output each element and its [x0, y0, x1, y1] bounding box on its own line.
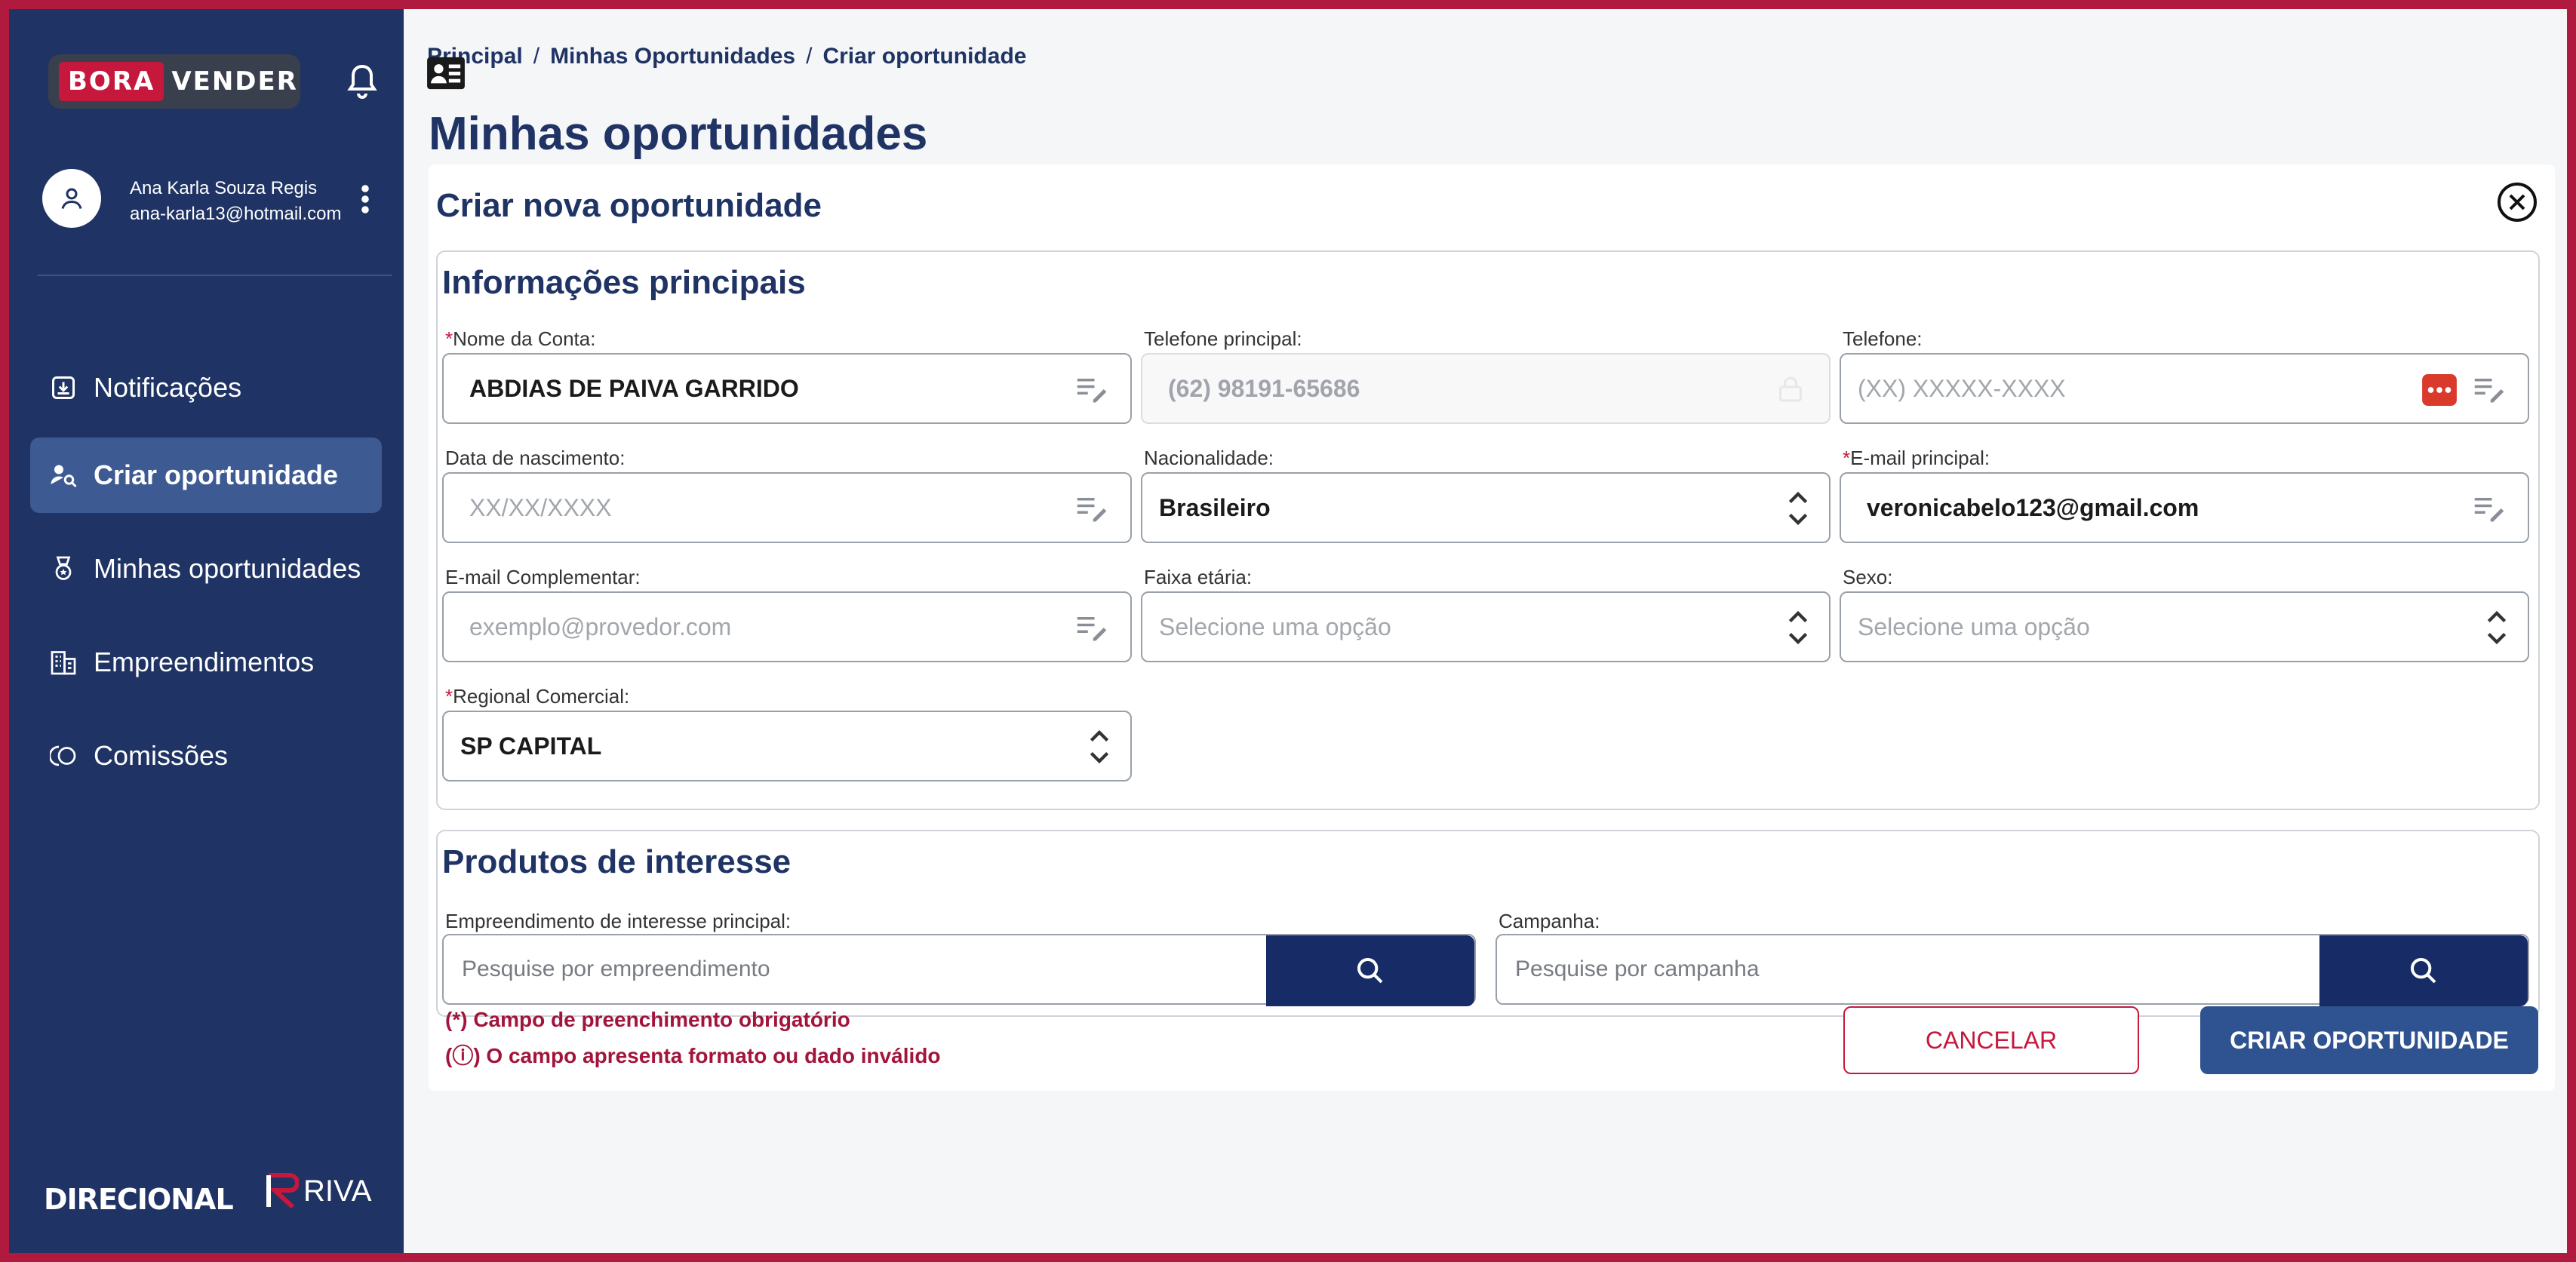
faixa-etaria-placeholder: Selecione uma opção	[1159, 613, 1391, 640]
telefone-field[interactable]: (XX) XXXXX-XXXX	[1840, 353, 2529, 424]
sexo-placeholder: Selecione uma opção	[1858, 613, 2090, 640]
regional-value: SP CAPITAL	[460, 732, 602, 760]
edit-list-icon[interactable]	[1076, 495, 1108, 522]
create-opportunity-card: Criar nova oportunidade Informações prin…	[429, 164, 2555, 1091]
nome-conta-value: ABDIAS DE PAIVA GARRIDO	[469, 374, 799, 402]
sidebar-item-label: Notificações	[94, 372, 242, 403]
required-note: (*) Campo de preenchimento obrigatório	[445, 1008, 850, 1031]
nacionalidade-value: Brasileiro	[1159, 493, 1271, 521]
nacionalidade-select[interactable]: Brasileiro	[1141, 472, 1831, 543]
main-info-section: Informações principais *Nome da Conta: A…	[436, 250, 2540, 810]
telefone-placeholder: (XX) XXXXX-XXXX	[1858, 374, 2066, 402]
telefone-principal-value: (62) 98191-65686	[1168, 374, 1360, 402]
nascimento-label: Data de nascimento:	[445, 447, 626, 469]
edit-list-icon[interactable]	[2473, 495, 2505, 522]
breadcrumb: Principal / Minhas Oportunidades / Criar opo…	[427, 44, 1027, 69]
direcional-logo: DIRECIONAL	[44, 1183, 234, 1216]
products-section: Produtos de interesse Empreendimento de …	[436, 830, 2540, 1017]
badge-icon	[55, 556, 72, 580]
email-principal-field[interactable]: veronicabelo123@gmail.com	[1840, 472, 2529, 543]
empreendimento-placeholder: Pesquise por empreendimento	[462, 956, 770, 981]
app-window: BORA VENDER Ana Karla Souza Regis ana-ka…	[9, 9, 2567, 1253]
section-title-products: Produtos de interesse	[442, 843, 792, 880]
logo-part-1: BORA	[59, 62, 164, 101]
nacionalidade-label: Nacionalidade:	[1144, 447, 1274, 469]
search-icon	[1357, 958, 1383, 984]
user-name: Ana Karla Souza Regis	[130, 178, 318, 198]
sidebar-item-comissoes[interactable]: Comissões	[30, 718, 382, 794]
user-search-icon	[51, 465, 77, 488]
sidebar-item-minhas-oportunidades[interactable]: Minhas oportunidades	[30, 531, 382, 606]
logo-part-2: VENDER	[171, 66, 298, 97]
telefone-label: Telefone:	[1843, 327, 1923, 350]
section-title-main-info: Informações principais	[442, 264, 806, 301]
nascimento-placeholder: XX/XX/XXXX	[469, 493, 612, 521]
empreendimento-label: Empreendimento de interesse principal:	[445, 910, 792, 932]
cancel-button[interactable]: CANCELAR	[1843, 1006, 2139, 1074]
email-principal-value: veronicabelo123@gmail.com	[1867, 493, 2199, 521]
campanha-search-button[interactable]	[2319, 935, 2528, 1006]
email-principal-label: *E-mail principal:	[1843, 447, 1990, 469]
campanha-search[interactable]: Pesquise por campanha	[1495, 934, 2529, 1006]
sexo-select[interactable]: Selecione uma opção	[1840, 591, 2529, 662]
edit-list-icon[interactable]	[2473, 376, 2505, 403]
breadcrumb-current: Criar oportunidade	[822, 44, 1027, 69]
riva-logo-text: RIVA	[303, 1174, 372, 1208]
nome-conta-label: *Nome da Conta:	[445, 327, 596, 350]
sidebar: BORA VENDER Ana Karla Souza Regis ana-ka…	[9, 9, 404, 1253]
user-icon	[61, 188, 82, 209]
empreendimento-search-button[interactable]	[1266, 935, 1474, 1006]
telefone-principal-label: Telefone principal:	[1144, 327, 1302, 350]
edit-list-icon[interactable]	[1076, 614, 1108, 641]
sidebar-item-label: Empreendimentos	[94, 646, 315, 677]
lock-icon	[1779, 376, 1802, 402]
edit-list-icon[interactable]	[1076, 376, 1108, 403]
sidebar-item-criar-oportunidade[interactable]: Criar oportunidade	[30, 438, 382, 513]
email-complementar-field[interactable]: exemplo@provedor.com	[442, 591, 1132, 662]
sidebar-item-label: Minhas oportunidades	[94, 553, 361, 584]
campanha-placeholder: Pesquise por campanha	[1515, 956, 1760, 981]
telefone-principal-field: (62) 98191-65686	[1141, 353, 1831, 424]
sidebar-divider	[38, 275, 392, 276]
empreendimento-search[interactable]: Pesquise por empreendimento	[442, 934, 1476, 1006]
inbox-icon	[52, 376, 75, 399]
nome-conta-field[interactable]: ABDIAS DE PAIVA GARRIDO	[442, 353, 1132, 424]
search-icon	[2411, 958, 2436, 984]
sexo-label: Sexo:	[1843, 566, 1893, 588]
bell-icon[interactable]	[344, 62, 380, 101]
coins-icon	[50, 745, 76, 766]
more-vertical-icon[interactable]	[361, 184, 370, 214]
sidebar-item-label: Comissões	[94, 740, 229, 771]
riva-mark-icon	[266, 1173, 299, 1209]
password-dots-icon[interactable]	[2422, 374, 2457, 406]
email-complementar-label: E-mail Complementar:	[445, 566, 641, 588]
chevron-up-down-icon	[1788, 491, 1808, 526]
building-icon	[51, 651, 76, 675]
sidebar-item-label: Criar oportunidade	[94, 459, 339, 490]
breadcrumb-link-minhas-oportunidades[interactable]: Minhas Oportunidades	[550, 44, 795, 69]
chevron-up-down-icon	[2487, 610, 2507, 645]
nascimento-field[interactable]: XX/XX/XXXX	[442, 472, 1132, 543]
avatar[interactable]	[42, 169, 101, 228]
page-title: Minhas oportunidades	[429, 108, 928, 160]
bora-vender-logo[interactable]: BORA VENDER	[48, 54, 300, 109]
campanha-label: Campanha:	[1499, 910, 1600, 932]
faixa-etaria-label: Faixa etária:	[1144, 566, 1253, 588]
chevron-up-down-icon	[1788, 610, 1808, 645]
invalid-note: (ⓘ) O campo apresenta formato ou dado in…	[445, 1044, 941, 1067]
form-title: Criar nova oportunidade	[436, 187, 822, 224]
sidebar-item-empreendimentos[interactable]: Empreendimentos	[30, 625, 382, 700]
riva-logo: RIVA	[266, 1172, 371, 1210]
regional-label: *Regional Comercial:	[445, 685, 630, 708]
sidebar-item-notificacoes[interactable]: Notificações	[30, 350, 382, 425]
contact-card-icon	[427, 57, 465, 90]
chevron-up-down-icon	[1090, 729, 1109, 764]
user-email: ana-karla13@hotmail.com	[130, 204, 342, 224]
faixa-etaria-select[interactable]: Selecione uma opção	[1141, 591, 1831, 662]
regional-select[interactable]: SP CAPITAL	[442, 711, 1132, 781]
create-opportunity-button[interactable]: CRIAR OPORTUNIDADE	[2200, 1006, 2538, 1074]
email-complementar-placeholder: exemplo@provedor.com	[469, 613, 732, 640]
close-icon[interactable]	[2496, 181, 2538, 223]
